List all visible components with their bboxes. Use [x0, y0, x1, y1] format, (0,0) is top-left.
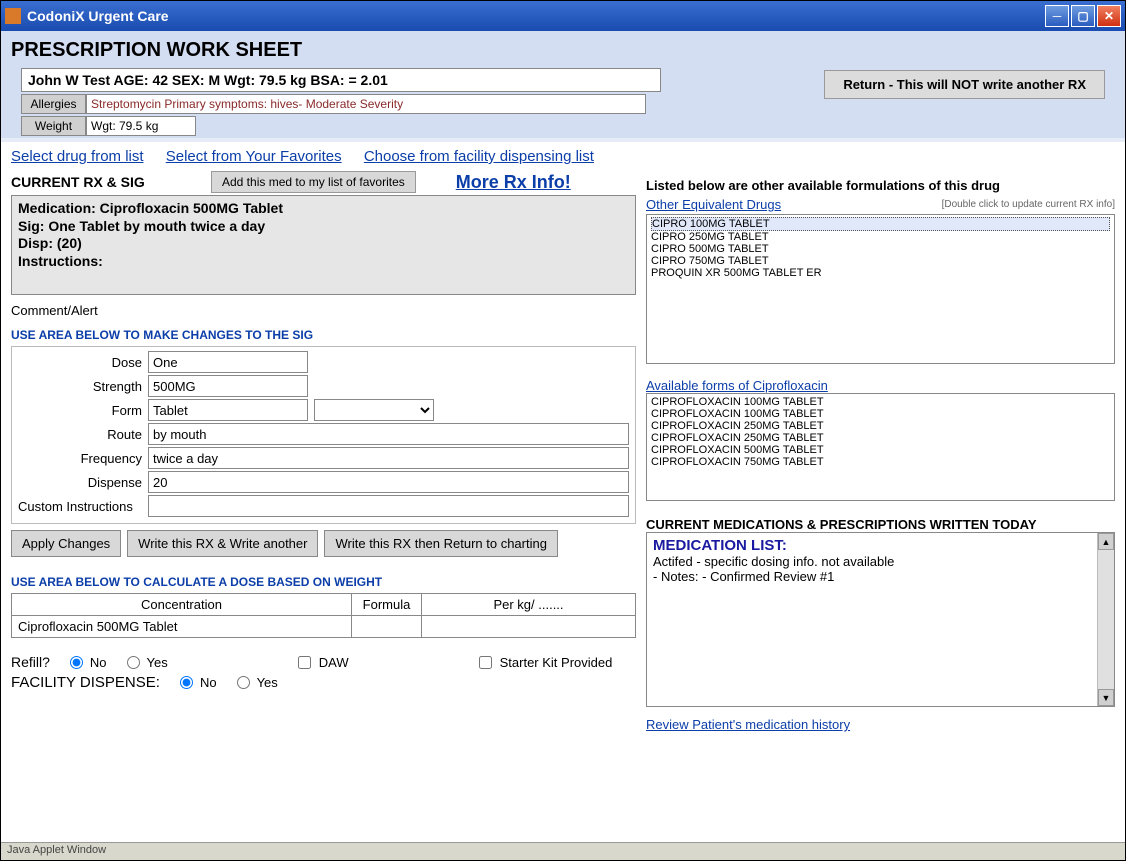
- scroll-down-icon[interactable]: ▼: [1098, 689, 1114, 706]
- dispense-input[interactable]: [148, 471, 629, 493]
- list-item[interactable]: CIPRO 100MG TABLET: [651, 217, 1110, 231]
- custom-input[interactable]: [148, 495, 629, 517]
- close-button[interactable]: ✕: [1097, 5, 1121, 27]
- status-bar: Java Applet Window: [1, 842, 1125, 860]
- rx-instructions: Instructions:: [18, 253, 629, 271]
- list-item[interactable]: CIPROFLOXACIN 100MG TABLET: [651, 396, 1110, 408]
- write-rx-another-button[interactable]: Write this RX & Write another: [127, 530, 318, 557]
- comment-alert-label: Comment/Alert: [11, 303, 636, 318]
- double-click-hint: [Double click to update current RX info]: [942, 199, 1115, 210]
- scroll-up-icon[interactable]: ▲: [1098, 533, 1114, 550]
- list-item[interactable]: CIPRO 250MG TABLET: [651, 231, 1110, 243]
- app-icon: [5, 8, 21, 24]
- current-meds-header: CURRENT MEDICATIONS & PRESCRIPTIONS WRIT…: [646, 517, 1115, 532]
- choose-facility-link[interactable]: Choose from facility dispensing list: [364, 148, 594, 165]
- select-favorites-link[interactable]: Select from Your Favorites: [166, 148, 342, 165]
- list-item[interactable]: CIPROFLOXACIN 250MG TABLET: [651, 420, 1110, 432]
- return-button[interactable]: Return - This will NOT write another RX: [824, 70, 1105, 99]
- rx-disp: Disp: (20): [18, 235, 629, 253]
- table-row: Ciprofloxacin 500MG Tablet: [12, 616, 636, 638]
- list-item[interactable]: PROQUIN XR 500MG TABLET ER: [651, 267, 1110, 279]
- form-input[interactable]: [148, 399, 308, 421]
- weight-label: Weight: [21, 116, 86, 136]
- med-list-line2: - Notes: - Confirmed Review #1: [653, 569, 1108, 584]
- minimize-button[interactable]: ─: [1045, 5, 1069, 27]
- frequency-label: Frequency: [18, 451, 148, 466]
- facility-yes-radio[interactable]: Yes: [237, 675, 278, 690]
- list-item[interactable]: CIPRO 500MG TABLET: [651, 243, 1110, 255]
- write-rx-return-button[interactable]: Write this RX then Return to charting: [324, 530, 557, 557]
- facility-dispense-label: FACILITY DISPENSE:: [11, 674, 160, 691]
- formula-header: Formula: [352, 594, 422, 616]
- route-label: Route: [18, 427, 148, 442]
- concentration-header: Concentration: [12, 594, 352, 616]
- scrollbar[interactable]: ▲ ▼: [1097, 533, 1114, 706]
- rx-display-box: Medication: Ciprofloxacin 500MG Tablet S…: [11, 195, 636, 295]
- titlebar: CodoniX Urgent Care ─ ▢ ✕: [1, 1, 1125, 31]
- list-item[interactable]: CIPROFLOXACIN 100MG TABLET: [651, 408, 1110, 420]
- current-rx-label: CURRENT RX & SIG: [11, 174, 211, 190]
- med-list-box[interactable]: MEDICATION LIST: Actifed - specific dosi…: [646, 532, 1115, 707]
- refill-no-radio[interactable]: No: [70, 655, 107, 670]
- formula-cell[interactable]: [352, 616, 422, 638]
- calc-dose-header: USE AREA BELOW TO CALCULATE A DOSE BASED…: [11, 575, 636, 589]
- allergies-value: Streptomycin Primary symptoms: hives- Mo…: [86, 94, 646, 114]
- dose-input[interactable]: [148, 351, 308, 373]
- sig-form: Dose Strength Form Route Frequenc: [11, 346, 636, 524]
- facility-no-radio[interactable]: No: [180, 675, 217, 690]
- allergies-label: Allergies: [21, 94, 86, 114]
- calc-table: Concentration Formula Per kg/ ....... Ci…: [11, 593, 636, 638]
- strength-input[interactable]: [148, 375, 308, 397]
- list-item[interactable]: CIPROFLOXACIN 750MG TABLET: [651, 456, 1110, 468]
- list-item[interactable]: CIPROFLOXACIN 500MG TABLET: [651, 444, 1110, 456]
- daw-checkbox[interactable]: DAW: [298, 655, 349, 670]
- form-label: Form: [18, 403, 148, 418]
- maximize-button[interactable]: ▢: [1071, 5, 1095, 27]
- concentration-cell[interactable]: Ciprofloxacin 500MG Tablet: [12, 616, 352, 638]
- med-list-title: MEDICATION LIST:: [653, 537, 1108, 554]
- rx-sig: Sig: One Tablet by mouth twice a day: [18, 218, 629, 236]
- avail-forms-link[interactable]: Available forms of Ciprofloxacin: [646, 378, 828, 393]
- med-list-line1: Actifed - specific dosing info. not avai…: [653, 554, 1108, 569]
- link-row: Select drug from list Select from Your F…: [11, 148, 636, 165]
- apply-changes-button[interactable]: Apply Changes: [11, 530, 121, 557]
- frequency-input[interactable]: [148, 447, 629, 469]
- refill-label: Refill?: [11, 654, 50, 670]
- avail-forms-list[interactable]: CIPROFLOXACIN 100MG TABLETCIPROFLOXACIN …: [646, 393, 1115, 501]
- sig-changes-header: USE AREA BELOW TO MAKE CHANGES TO THE SI…: [11, 328, 636, 342]
- rx-medication: Medication: Ciprofloxacin 500MG Tablet: [18, 200, 629, 218]
- page-title: PRESCRIPTION WORK SHEET: [11, 39, 1115, 62]
- formulations-header: Listed below are other available formula…: [646, 178, 1115, 193]
- equiv-drugs-list[interactable]: CIPRO 100MG TABLETCIPRO 250MG TABLETCIPR…: [646, 214, 1115, 364]
- custom-label: Custom Instructions: [18, 499, 148, 514]
- review-history-link[interactable]: Review Patient's medication history: [646, 717, 850, 732]
- weight-value: Wgt: 79.5 kg: [86, 116, 196, 136]
- other-equiv-link[interactable]: Other Equivalent Drugs: [646, 197, 781, 212]
- per-kg-header: Per kg/ .......: [422, 594, 636, 616]
- add-favorite-button[interactable]: Add this med to my list of favorites: [211, 171, 416, 193]
- list-item[interactable]: CIPROFLOXACIN 250MG TABLET: [651, 432, 1110, 444]
- starter-kit-checkbox[interactable]: Starter Kit Provided: [479, 655, 613, 670]
- dispense-label: Dispense: [18, 475, 148, 490]
- patient-summary: John W Test AGE: 42 SEX: M Wgt: 79.5 kg …: [21, 68, 661, 92]
- route-input[interactable]: [148, 423, 629, 445]
- more-rx-info-link[interactable]: More Rx Info!: [456, 172, 571, 193]
- per-kg-cell[interactable]: [422, 616, 636, 638]
- select-drug-link[interactable]: Select drug from list: [11, 148, 144, 165]
- refill-yes-radio[interactable]: Yes: [127, 655, 168, 670]
- form-select[interactable]: [314, 399, 434, 421]
- list-item[interactable]: CIPRO 750MG TABLET: [651, 255, 1110, 267]
- dose-label: Dose: [18, 355, 148, 370]
- strength-label: Strength: [18, 379, 148, 394]
- window-title: CodoniX Urgent Care: [27, 8, 1045, 24]
